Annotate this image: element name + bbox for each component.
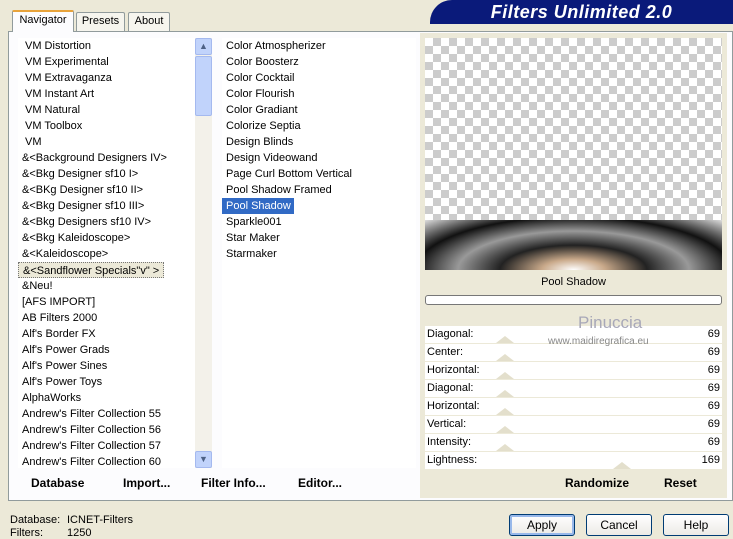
filter-info-button[interactable]: Filter Info... — [201, 476, 266, 490]
filter-item[interactable]: Design Blinds — [222, 134, 416, 150]
param-value: 69 — [707, 346, 720, 358]
param-slider-row[interactable]: Horizontal: 69 — [425, 398, 722, 416]
param-slider-row[interactable]: Diagonal: 69 — [425, 380, 722, 398]
category-item[interactable]: Alf's Power Toys — [18, 374, 195, 390]
param-value: 69 — [707, 418, 720, 430]
slider-thumb[interactable] — [496, 426, 515, 433]
slider-thumb[interactable] — [496, 444, 515, 451]
scroll-up-icon[interactable]: ▲ — [195, 38, 212, 55]
slider-thumb[interactable] — [496, 390, 515, 397]
slider-thumb[interactable] — [496, 336, 515, 343]
filter-item[interactable]: Star Maker — [222, 230, 416, 246]
filter-item[interactable]: Colorize Septia — [222, 118, 416, 134]
filter-item[interactable]: Pool Shadow — [222, 198, 294, 214]
database-button[interactable]: Database — [31, 476, 84, 490]
app-banner: Filters Unlimited 2.0 — [430, 0, 733, 24]
category-item[interactable]: AlphaWorks — [18, 390, 195, 406]
param-value: 69 — [707, 364, 720, 376]
category-item[interactable]: VM Instant Art — [18, 86, 195, 102]
filter-item[interactable]: Color Flourish — [222, 86, 416, 102]
filters-label: Filters: — [10, 527, 43, 539]
filter-item[interactable]: Sparkle001 — [222, 214, 416, 230]
filter-name-label: Pool Shadow — [541, 276, 606, 288]
param-slider-row[interactable]: Horizontal: 69 — [425, 362, 722, 380]
slider-thumb[interactable] — [496, 372, 515, 379]
category-item[interactable]: Alf's Border FX — [18, 326, 195, 342]
param-slider-row[interactable]: Lightness: 169 — [425, 452, 722, 470]
filter-item[interactable]: Starmaker — [222, 246, 416, 262]
scrollbar-thumb[interactable] — [195, 56, 212, 116]
filter-item[interactable]: Design Videowand — [222, 150, 416, 166]
filter-item[interactable]: Color Boosterz — [222, 54, 416, 70]
category-item[interactable]: VM Distortion — [18, 38, 195, 54]
param-slider-row[interactable]: Intensity: 69 — [425, 434, 722, 452]
category-item[interactable]: &<Background Designers IV> — [18, 150, 195, 166]
pool-shadow-effect — [425, 220, 722, 270]
category-item[interactable]: &Neu! — [18, 278, 195, 294]
param-value: 169 — [701, 454, 720, 466]
param-value: 69 — [707, 328, 720, 340]
filter-item[interactable]: Color Gradiant — [222, 102, 416, 118]
editor-button[interactable]: Editor... — [298, 476, 342, 490]
param-label: Center: — [427, 346, 464, 358]
category-item[interactable]: &<Bkg Designer sf10 III> — [18, 198, 195, 214]
category-item[interactable]: Alf's Power Sines — [18, 358, 195, 374]
filters-count: 1250 — [67, 527, 92, 539]
category-item[interactable]: Andrew's Filter Collection 55 — [18, 406, 195, 422]
database-value: ICNET-Filters — [67, 514, 133, 526]
tab-about[interactable]: About — [128, 12, 170, 31]
param-label: Horizontal: — [427, 400, 480, 412]
param-value: 69 — [707, 382, 720, 394]
category-item[interactable]: VM Toolbox — [18, 118, 195, 134]
param-label: Diagonal: — [427, 382, 474, 394]
category-item[interactable]: &<Sandflower Specials"v" > — [18, 262, 165, 278]
reset-button[interactable]: Reset — [664, 476, 697, 490]
watermark-url: www.maidiregrafica.eu — [548, 336, 649, 347]
tab-presets[interactable]: Presets — [76, 12, 125, 31]
category-item[interactable]: Andrew's Filter Collection 60 — [18, 454, 195, 468]
param-value: 69 — [707, 400, 720, 412]
param-slider-row[interactable]: Vertical: 69 — [425, 416, 722, 434]
param-label: Lightness: — [427, 454, 478, 466]
slider-thumb[interactable] — [496, 408, 515, 415]
filter-item[interactable]: Color Atmospherizer — [222, 38, 416, 54]
category-item[interactable]: Andrew's Filter Collection 56 — [18, 422, 195, 438]
import-button[interactable]: Import... — [123, 476, 170, 490]
category-list[interactable]: VM Distortion VM Experimental VM Extravaga… — [18, 38, 195, 468]
filter-item[interactable]: Pool Shadow Framed — [222, 182, 416, 198]
category-item[interactable]: VM Extravaganza — [18, 70, 195, 86]
randomize-button[interactable]: Randomize — [565, 476, 629, 490]
filter-item[interactable]: Page Curl Bottom Vertical — [222, 166, 416, 182]
category-item[interactable]: VM Experimental — [18, 54, 195, 70]
tab-navigator[interactable]: Navigator — [12, 10, 74, 32]
category-item[interactable]: VM — [18, 134, 195, 150]
category-item[interactable]: Andrew's Filter Collection 57 — [18, 438, 195, 454]
scroll-down-icon[interactable]: ▼ — [195, 451, 212, 468]
filter-list[interactable]: Color Atmospherizer Color Boosterz Color C… — [222, 38, 416, 468]
slider-thumb[interactable] — [496, 354, 515, 361]
apply-button[interactable]: Apply — [509, 514, 575, 536]
category-item[interactable]: &<Kaleidoscope> — [18, 246, 195, 262]
category-item[interactable]: [AFS IMPORT] — [18, 294, 195, 310]
help-button[interactable]: Help — [663, 514, 729, 536]
param-label: Intensity: — [427, 436, 472, 448]
category-item[interactable]: &<Bkg Designer sf10 I> — [18, 166, 195, 182]
filter-item[interactable]: Color Cocktail — [222, 70, 416, 86]
progress-bar — [425, 295, 722, 305]
param-label: Diagonal: — [427, 328, 474, 340]
cancel-button[interactable]: Cancel — [586, 514, 652, 536]
param-label: Vertical: — [427, 418, 467, 430]
param-label: Horizontal: — [427, 364, 480, 376]
param-value: 69 — [707, 436, 720, 448]
category-item[interactable]: &<Bkg Designers sf10 IV> — [18, 214, 195, 230]
slider-thumb[interactable] — [612, 462, 631, 469]
category-item[interactable]: AB Filters 2000 — [18, 310, 195, 326]
category-item[interactable]: VM Natural — [18, 102, 195, 118]
watermark-text: Pinuccia — [578, 313, 643, 332]
category-item[interactable]: &<Bkg Kaleidoscope> — [18, 230, 195, 246]
category-item[interactable]: Alf's Power Grads — [18, 342, 195, 358]
database-label: Database: — [10, 514, 61, 526]
category-item[interactable]: &<BKg Designer sf10 II> — [18, 182, 195, 198]
